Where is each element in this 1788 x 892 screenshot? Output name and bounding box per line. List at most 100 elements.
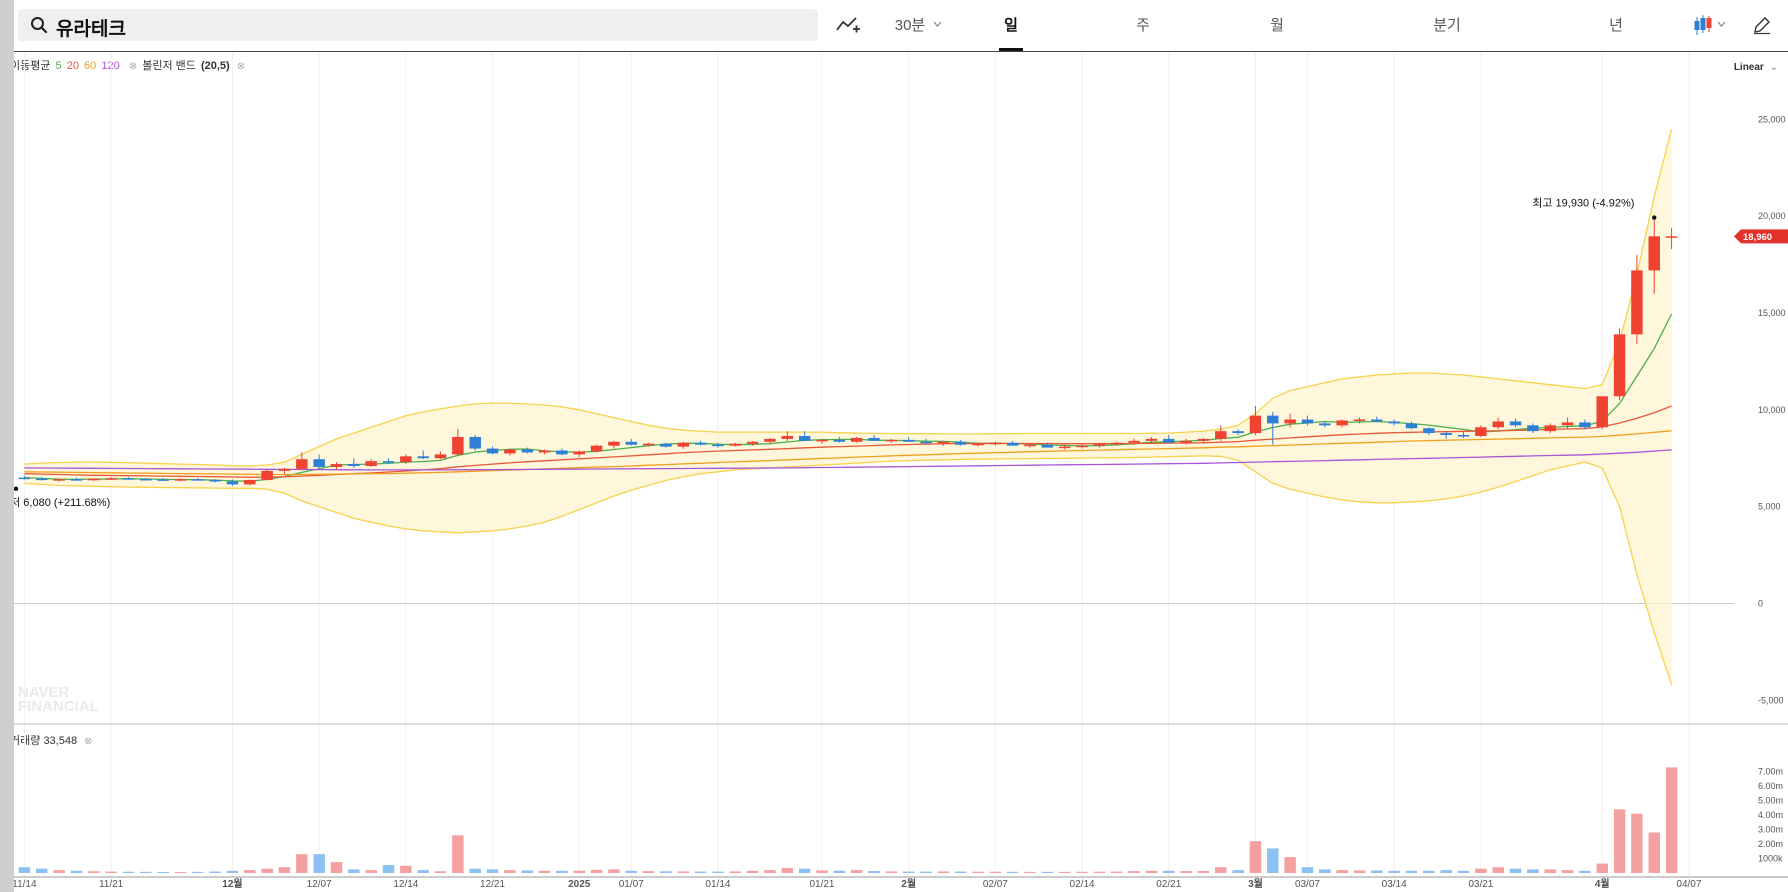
candle [417,456,429,459]
candle [1163,438,1175,443]
volume-bar [937,871,950,873]
high-marker [1652,215,1657,220]
candle [1475,427,1487,436]
volume-bar [781,867,794,873]
candle [694,442,707,445]
candle [1319,423,1331,426]
volume-bar [122,871,135,873]
volume-bar [313,854,325,873]
x-tick-label: 2025 [568,879,591,890]
y-tick-label: 5,000 [1758,502,1781,512]
y-tick-label: 0 [1758,598,1763,608]
x-tick-label: 02/14 [1070,879,1095,890]
volume-bar [1041,871,1054,873]
candle [573,451,585,455]
candle [1024,444,1036,447]
volume-bar [261,868,273,873]
volume-bar [140,871,152,873]
volume-bar [1111,871,1123,873]
low-marker [14,486,19,491]
bollinger-band-fill [24,129,1672,685]
candle [157,479,169,481]
x-tick-label: 12/14 [393,879,418,890]
volume-bar [920,871,932,873]
volume-bar [1197,870,1210,873]
candle [400,456,412,463]
volume-bar [105,871,117,873]
candle [816,439,828,442]
y-tick-label: 25,000 [1758,114,1786,124]
candle [313,459,325,467]
volume-bar [1059,871,1071,873]
candle [954,441,967,445]
volume-bar [1076,871,1088,873]
volume-bar [556,870,568,873]
volume-bar [521,870,533,873]
volume-bar [1145,870,1158,873]
candle [1145,438,1158,441]
x-tick-label: 4월 [1595,878,1610,890]
volume-bar [244,870,256,873]
volume-bar [538,870,551,873]
candle [1076,445,1088,448]
volume-bar [1353,870,1366,873]
volume-bar [1267,848,1279,873]
volume-bar [1613,809,1626,873]
candle [642,443,655,446]
vol-tick-label: 4.00m [1758,810,1783,820]
candle [452,436,464,455]
candle [660,443,672,447]
candle [1232,431,1244,434]
volume-bar [504,870,516,873]
candle [1405,423,1418,429]
volume-bar [1475,868,1487,873]
volume-bar [1024,871,1036,873]
volume-bar [1457,870,1470,873]
volume-bar [712,871,724,873]
candle [1509,421,1522,426]
candle [902,439,915,442]
volume-bar [677,871,689,873]
candle [1128,440,1140,443]
candle [1093,443,1106,446]
x-tick-label: 3월 [1248,878,1263,890]
current-price-label: 18,960 [1743,232,1772,243]
candle [192,479,204,481]
candle [590,445,603,452]
candle [140,478,152,481]
x-tick-label: 03/07 [1295,879,1320,890]
volume-bar [348,869,360,873]
candle [1596,396,1608,428]
candle [330,464,343,467]
candle [729,443,742,446]
volume-bar [694,871,707,873]
volume-bar [1440,870,1452,873]
x-tick-label: 2월 [901,878,916,890]
volume-bar [1544,869,1556,873]
volume-bar [573,870,585,873]
candle [1006,442,1019,446]
volume-bar [833,870,846,873]
volume-bar [1128,871,1140,873]
candle [1197,438,1210,441]
candle [868,437,880,441]
price-chart[interactable]: 25,000 20,000 15,000 10,000 5,000 0 -5,000 7.00… [14,0,1788,892]
volume-bar [1319,869,1331,873]
candle [36,478,48,481]
candle [781,435,794,439]
volume-bar [1284,857,1296,873]
candle [382,461,395,463]
candle [1267,415,1279,424]
volume-bar [625,870,637,873]
volume-bar [486,869,499,873]
volume-bar [1648,832,1660,873]
x-tick-label: 01/21 [809,879,834,890]
volume-bar [434,871,447,873]
volume-bar [1163,870,1175,873]
volume-bar [1093,871,1106,873]
volume-bar [764,870,776,873]
volume-bar [88,871,100,873]
volume-bar [885,871,898,873]
candle [261,470,273,480]
watermark-text: FINANCIAL [18,698,99,715]
